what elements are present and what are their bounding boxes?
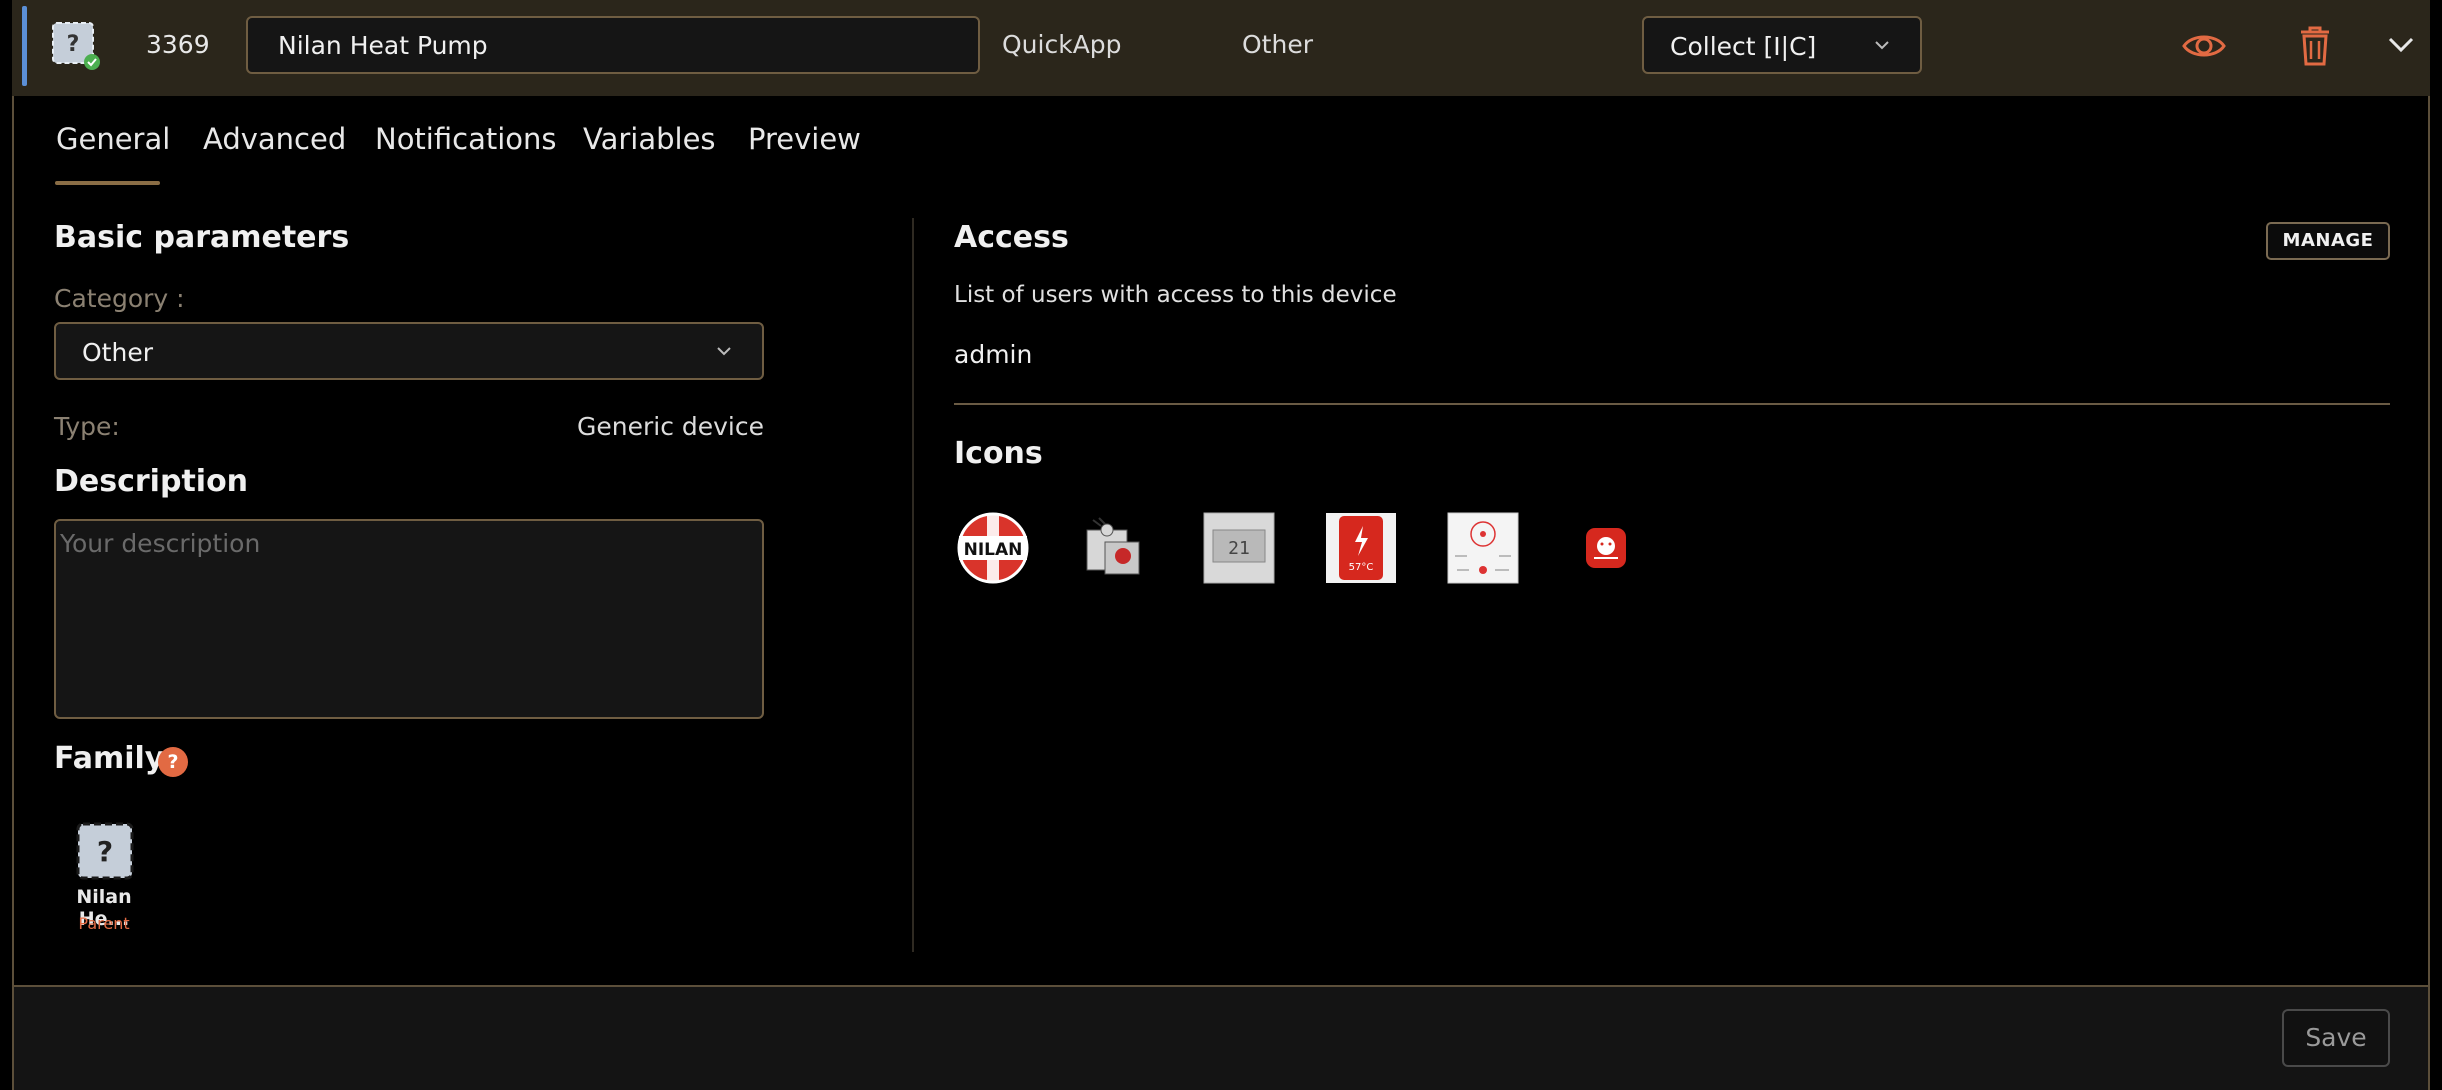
description-field[interactable] — [54, 519, 764, 719]
type-label: Type: — [54, 412, 120, 441]
thermostat-display-text: 21 — [1228, 538, 1250, 559]
heater-temp-text: 57°C — [1349, 562, 1374, 573]
chevron-down-icon — [1875, 41, 1889, 50]
family-title: Family — [54, 741, 165, 776]
red-app-icon[interactable] — [1570, 512, 1642, 584]
active-tab-indicator — [55, 181, 160, 185]
type-value: Generic device — [576, 412, 764, 441]
nilan-logo-text: NILAN — [964, 540, 1023, 560]
trash-icon[interactable] — [2298, 24, 2332, 66]
access-subtitle: List of users with access to this device — [954, 282, 1397, 308]
family-item-role: Parent — [78, 914, 130, 933]
device-category: Other — [1242, 30, 1313, 59]
collect-select[interactable]: Collect [I|C] — [1642, 16, 1922, 74]
puzzle-icon[interactable] — [1079, 512, 1151, 584]
device-type: QuickApp — [1002, 30, 1122, 59]
device-id: 3369 — [146, 30, 210, 59]
thermostat-display-icon[interactable]: 21 — [1203, 512, 1275, 584]
description-title: Description — [54, 464, 249, 499]
tab-variables[interactable]: Variables — [583, 122, 716, 156]
selection-accent — [22, 6, 27, 86]
basic-parameters-title: Basic parameters — [54, 220, 350, 255]
access-divider — [954, 403, 2390, 405]
icons-title: Icons — [954, 436, 1043, 471]
eye-icon[interactable] — [2180, 26, 2228, 66]
dashboard-icon[interactable] — [1447, 512, 1519, 584]
device-unknown-icon: ? — [52, 22, 100, 70]
family-device-icon[interactable]: ? — [74, 820, 136, 882]
access-user: admin — [954, 340, 1033, 369]
tab-general[interactable]: General — [56, 122, 170, 156]
save-button[interactable]: Save — [2282, 1009, 2390, 1067]
tab-preview[interactable]: Preview — [748, 122, 861, 156]
category-label: Category : — [54, 284, 185, 313]
tab-notifications[interactable]: Notifications — [375, 122, 557, 156]
device-name-input[interactable] — [246, 16, 980, 74]
tab-advanced[interactable]: Advanced — [203, 122, 346, 156]
category-select[interactable]: Other — [54, 322, 764, 380]
access-title: Access — [954, 220, 1069, 255]
family-help-badge[interactable]: ? — [158, 747, 188, 777]
svg-text:?: ? — [67, 32, 80, 57]
category-select-value: Other — [82, 338, 153, 367]
chevron-down-icon — [717, 347, 731, 356]
footer-bar — [14, 987, 2428, 1090]
heater-57c-icon[interactable]: 57°C — [1325, 512, 1397, 584]
collect-select-value: Collect [I|C] — [1670, 32, 1817, 61]
column-divider — [912, 218, 914, 952]
device-header: ? 3369 QuickApp Other Collect [I|C] — [12, 0, 2430, 96]
nilan-logo-icon[interactable]: NILAN — [957, 512, 1029, 584]
svg-text:?: ? — [97, 835, 113, 868]
expand-chevron-icon[interactable] — [2388, 36, 2414, 54]
manage-button[interactable]: MANAGE — [2266, 222, 2390, 260]
